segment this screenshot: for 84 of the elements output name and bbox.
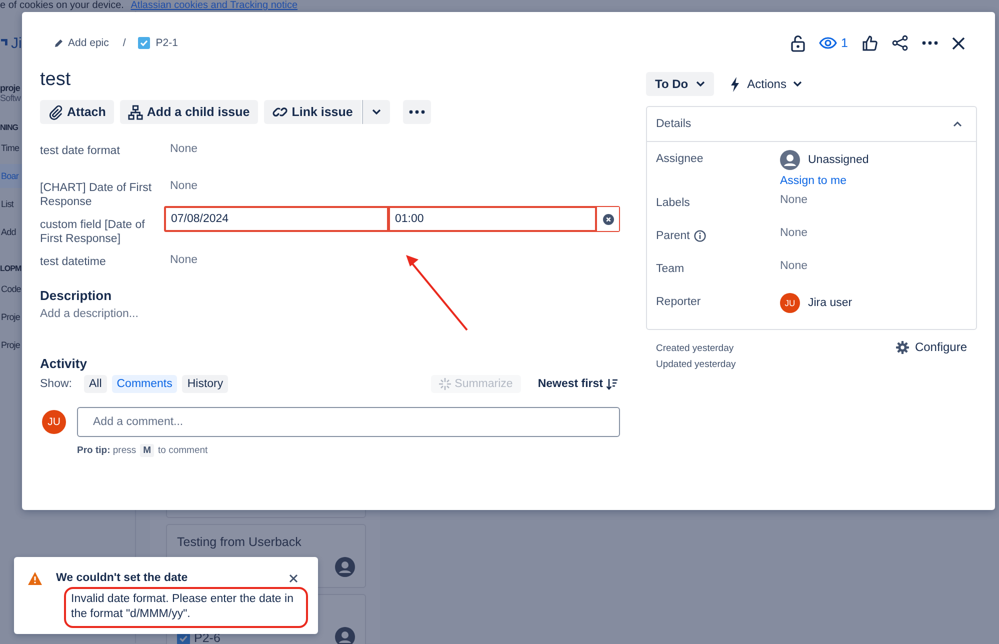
pencil-icon <box>54 38 64 48</box>
sort-icon <box>606 378 618 390</box>
filter-tab[interactable]: History <box>182 375 228 393</box>
logo-icon <box>1 39 9 47</box>
detail-label: Assignee <box>656 153 704 165</box>
panel-title: Details <box>656 118 692 130</box>
issue-title[interactable]: test <box>40 68 71 92</box>
detail-label: Parent <box>656 230 690 242</box>
project-name: proje <box>0 83 22 93</box>
field-value[interactable]: None <box>170 142 198 156</box>
field-value[interactable]: None <box>170 179 198 193</box>
watcher-count[interactable]: 1 <box>841 36 848 50</box>
card-title: Testing from Userback <box>177 535 302 549</box>
assignee-name[interactable]: Unassigned <box>808 154 869 166</box>
share-icon[interactable] <box>892 35 908 51</box>
pro-tip-text: to comment <box>158 445 208 456</box>
warning-icon <box>28 572 42 584</box>
more-button[interactable] <box>402 100 431 124</box>
close-icon[interactable] <box>952 36 965 50</box>
configure-button[interactable]: Configure <box>886 338 977 356</box>
thumbs-up-icon[interactable] <box>862 35 878 51</box>
detail-label: Labels <box>656 197 690 209</box>
filter-tab[interactable]: Comments <box>112 375 178 393</box>
clear-icon <box>602 214 614 224</box>
avatar-icon <box>335 557 355 577</box>
date-time-field[interactable]: 07/08/2024 01:00 <box>164 206 620 232</box>
section-heading: Activity <box>40 356 87 372</box>
chevron-up-icon[interactable] <box>953 121 962 127</box>
field-value[interactable]: None <box>170 253 198 267</box>
detail-value[interactable]: None <box>780 227 808 239</box>
link-issue-button[interactable]: Link issue <box>264 100 361 124</box>
detail-label: Team <box>656 263 684 275</box>
actions-button[interactable]: Actions <box>726 72 806 96</box>
created-date: Created yesterday <box>656 343 735 354</box>
pro-tip-text: Pro tip: press <box>77 445 136 456</box>
status-button[interactable]: To Do <box>646 72 714 96</box>
show-label: Show: <box>40 378 72 390</box>
sidebar-heading: NING <box>0 123 19 132</box>
user-avatar: JU <box>780 293 800 313</box>
filter-tab[interactable]: All <box>84 375 107 393</box>
breadcrumb-separator: / <box>122 37 126 49</box>
sort-button[interactable]: Newest first <box>536 378 620 390</box>
date-input[interactable]: 07/08/2024 <box>165 207 389 231</box>
checkbox-icon <box>138 37 150 49</box>
field-label: [CHART] Date of First Response <box>40 181 153 209</box>
field-label: test date format <box>40 144 121 158</box>
avatar-icon <box>780 150 800 170</box>
cookie-text: e of cookies on your device. <box>0 0 124 11</box>
gear-icon <box>896 340 909 354</box>
section-heading: Description <box>40 288 112 304</box>
chevron-down-icon <box>696 81 706 87</box>
sidebar-heading: LOPM <box>0 264 22 273</box>
info-icon[interactable] <box>694 230 706 242</box>
updated-date: Updated yesterday <box>656 359 736 370</box>
reporter-name[interactable]: Jira user <box>808 297 852 309</box>
more-icon[interactable] <box>922 41 938 45</box>
chevron-down-icon <box>793 81 802 87</box>
assign-to-me-link[interactable]: Assign to me <box>780 175 869 187</box>
close-icon[interactable] <box>289 574 298 582</box>
attach-button[interactable]: Attach <box>40 100 114 124</box>
time-input[interactable]: 01:00 <box>389 207 597 231</box>
user-avatar: JU <box>42 410 66 434</box>
field-label: custom field [Date of First Response] <box>40 218 146 246</box>
unlock-icon[interactable] <box>791 34 806 52</box>
sparkle-icon <box>438 378 451 390</box>
add-child-issue-button[interactable]: Add a child issue <box>120 100 258 124</box>
issue-key-link[interactable]: P2-1 <box>156 37 178 49</box>
keyboard-key: M <box>140 444 154 457</box>
dropdown-button[interactable] <box>362 100 390 124</box>
add-epic-link[interactable]: Add epic <box>68 37 109 49</box>
comment-field[interactable]: Add a comment... <box>77 407 620 437</box>
detail-label: Reporter <box>656 296 701 308</box>
detail-value[interactable]: None <box>780 260 808 272</box>
more-icon <box>408 110 425 114</box>
toast-message: Invalid date format. Please enter the date in the format "d/MMM/yy". <box>71 593 294 620</box>
field-label: test datetime <box>40 255 107 269</box>
hierarchy-icon <box>128 104 143 120</box>
logo-text: Ji <box>11 34 22 52</box>
detail-value[interactable]: None <box>780 194 808 206</box>
eye-icon[interactable] <box>819 37 838 49</box>
project-type: Softw <box>0 93 22 103</box>
chevron-down-icon <box>372 109 381 115</box>
lightning-icon <box>730 76 740 92</box>
paperclip-icon <box>48 104 63 120</box>
